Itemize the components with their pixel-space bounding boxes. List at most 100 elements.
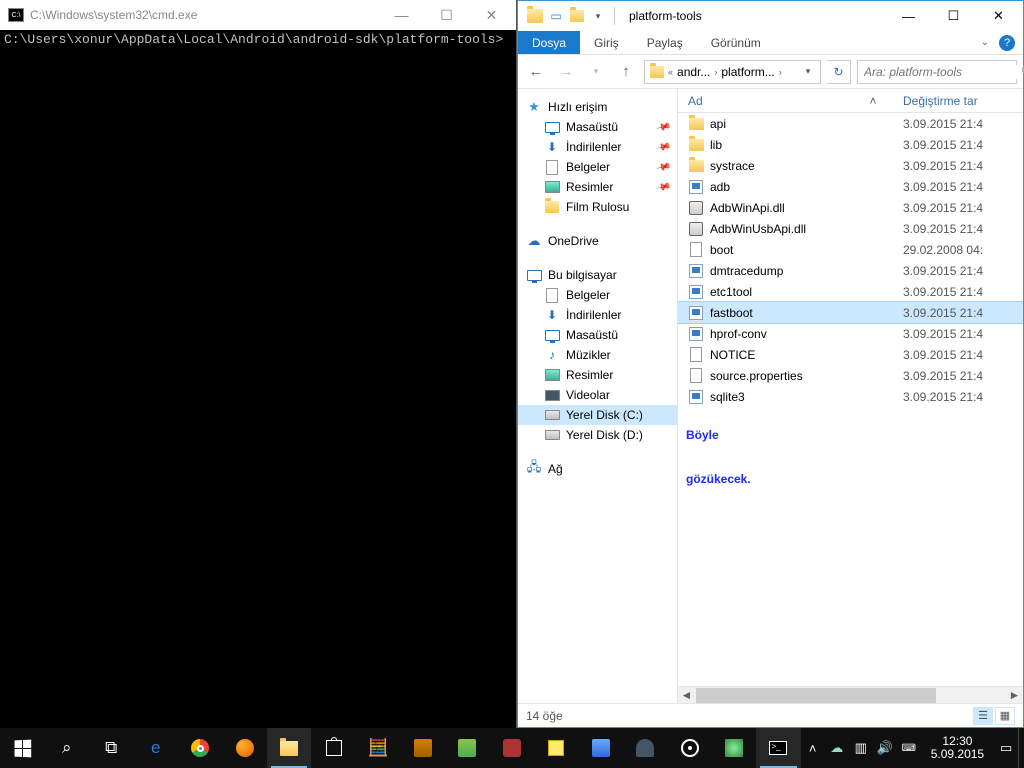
- nav-item[interactable]: ♪Müzikler: [518, 345, 677, 365]
- scroll-left-icon[interactable]: ◄: [678, 688, 695, 702]
- file-row[interactable]: source.properties3.09.2015 21:4: [678, 365, 1023, 386]
- edge-icon[interactable]: e: [133, 728, 177, 768]
- taskview-button[interactable]: ⧉: [89, 728, 133, 768]
- chevron-right-icon[interactable]: ›: [779, 67, 782, 77]
- nav-item[interactable]: Belgeler: [518, 285, 677, 305]
- newfolder-icon[interactable]: [568, 7, 586, 25]
- app-icon[interactable]: [623, 728, 667, 768]
- file-row[interactable]: api3.09.2015 21:4: [678, 113, 1023, 134]
- nav-item[interactable]: Belgeler📌: [518, 157, 677, 177]
- chevron-right-icon[interactable]: ›: [714, 67, 717, 77]
- horizontal-scrollbar[interactable]: ◄ ►: [678, 686, 1023, 703]
- nav-item[interactable]: ⬇İndirilenler📌: [518, 137, 677, 157]
- maximize-button[interactable]: ☐: [931, 2, 976, 31]
- column-date[interactable]: Değiştirme tar: [903, 94, 1013, 108]
- app-icon[interactable]: [489, 728, 533, 768]
- notes-icon[interactable]: [534, 728, 578, 768]
- breadcrumb-segment[interactable]: andr...: [675, 65, 712, 79]
- close-button[interactable]: ✕: [976, 2, 1021, 31]
- nav-item[interactable]: Videolar: [518, 385, 677, 405]
- chevron-right-icon[interactable]: «: [668, 67, 673, 77]
- nav-item[interactable]: Resimler: [518, 365, 677, 385]
- start-button[interactable]: [0, 728, 44, 768]
- nav-item[interactable]: Masaüstü📌: [518, 117, 677, 137]
- up-button[interactable]: ↑: [614, 60, 638, 84]
- details-view-button[interactable]: ☰: [973, 707, 993, 725]
- language-tray-icon[interactable]: ⌨: [897, 728, 921, 768]
- file-row[interactable]: etc1tool3.09.2015 21:4: [678, 281, 1023, 302]
- media-icon[interactable]: [667, 728, 711, 768]
- onedrive-tray-icon[interactable]: ☁: [825, 728, 849, 768]
- clock[interactable]: 12:30 5.09.2015: [921, 735, 994, 761]
- close-button[interactable]: ✕: [469, 0, 514, 30]
- minimize-button[interactable]: —: [379, 0, 424, 30]
- nav-item[interactable]: Yerel Disk (C:): [518, 405, 677, 425]
- app-icon[interactable]: [712, 728, 756, 768]
- cmd-taskbar-icon[interactable]: >_: [756, 728, 800, 768]
- file-row[interactable]: lib3.09.2015 21:4: [678, 134, 1023, 155]
- file-row[interactable]: fastboot3.09.2015 21:4: [678, 302, 1023, 323]
- file-row[interactable]: AdbWinApi.dll3.09.2015 21:4: [678, 197, 1023, 218]
- file-row[interactable]: boot29.02.2008 04:: [678, 239, 1023, 260]
- volume-tray-icon[interactable]: 🔊: [873, 728, 897, 768]
- chrome-icon[interactable]: [178, 728, 222, 768]
- nav-item[interactable]: Resimler📌: [518, 177, 677, 197]
- properties-icon[interactable]: ▭: [547, 7, 565, 25]
- file-row[interactable]: sqlite33.09.2015 21:4: [678, 386, 1023, 407]
- search-input[interactable]: [864, 65, 1021, 79]
- taskbar[interactable]: ⌕ ⧉ e 🧮 >_ ˄ ☁ ▥ 🔊 ⌨ 12:30 5.09.2015 ▭: [0, 728, 1024, 768]
- nav-item[interactable]: Film Rulosu: [518, 197, 677, 217]
- back-button[interactable]: ←: [524, 60, 548, 84]
- recent-dropdown-icon[interactable]: ▾: [584, 60, 608, 84]
- maximize-button[interactable]: ☐: [424, 0, 469, 30]
- quick-access-header[interactable]: ★ Hızlı erişim: [518, 97, 677, 117]
- tab-view[interactable]: Görünüm: [697, 31, 775, 54]
- column-name[interactable]: Ad: [688, 94, 843, 108]
- cmd-titlebar[interactable]: C:\ C:\Windows\system32\cmd.exe — ☐ ✕: [0, 0, 516, 30]
- thispc-header[interactable]: Bu bilgisayar: [518, 265, 677, 285]
- refresh-button[interactable]: ↻: [827, 60, 851, 84]
- app-icon[interactable]: [578, 728, 622, 768]
- file-row[interactable]: AdbWinUsbApi.dll3.09.2015 21:4: [678, 218, 1023, 239]
- notifications-icon[interactable]: ▭: [994, 728, 1018, 768]
- tray-overflow-icon[interactable]: ˄: [801, 728, 825, 768]
- file-row[interactable]: NOTICE3.09.2015 21:4: [678, 344, 1023, 365]
- network-header[interactable]: 🖧 Ağ: [518, 459, 677, 479]
- breadcrumb-segment[interactable]: platform...: [719, 65, 776, 79]
- calculator-icon[interactable]: 🧮: [356, 728, 400, 768]
- scroll-thumb[interactable]: [696, 688, 936, 703]
- tab-file[interactable]: Dosya: [518, 31, 580, 54]
- file-row[interactable]: hprof-conv3.09.2015 21:4: [678, 323, 1023, 344]
- nav-item[interactable]: ⬇İndirilenler: [518, 305, 677, 325]
- forward-button[interactable]: →: [554, 60, 578, 84]
- search-button[interactable]: ⌕: [44, 728, 88, 768]
- file-row[interactable]: adb3.09.2015 21:4: [678, 176, 1023, 197]
- network-tray-icon[interactable]: ▥: [849, 728, 873, 768]
- nav-item[interactable]: Yerel Disk (D:): [518, 425, 677, 445]
- firefox-icon[interactable]: [222, 728, 266, 768]
- scroll-right-icon[interactable]: ►: [1006, 688, 1023, 702]
- file-list[interactable]: api3.09.2015 21:4lib3.09.2015 21:4systra…: [678, 113, 1023, 686]
- navigation-pane[interactable]: ★ Hızlı erişim Masaüstü📌⬇İndirilenler📌Be…: [518, 89, 678, 703]
- icons-view-button[interactable]: ▦: [995, 707, 1015, 725]
- address-bar[interactable]: « andr... › platform... › ▾: [644, 60, 821, 84]
- address-dropdown-icon[interactable]: ▾: [799, 66, 817, 77]
- tab-share[interactable]: Paylaş: [633, 31, 697, 54]
- file-row[interactable]: dmtracedump3.09.2015 21:4: [678, 260, 1023, 281]
- ribbon-expand-icon[interactable]: ⌄: [981, 37, 989, 48]
- onedrive-header[interactable]: ☁ OneDrive: [518, 231, 677, 251]
- column-headers[interactable]: Ad ˄ Değiştirme tar: [678, 89, 1023, 113]
- file-row[interactable]: systrace3.09.2015 21:4: [678, 155, 1023, 176]
- explorer-titlebar[interactable]: ▭ ▾ platform-tools — ☐ ✕: [518, 1, 1023, 31]
- show-desktop-button[interactable]: [1018, 728, 1024, 768]
- app-icon[interactable]: [445, 728, 489, 768]
- app-icon[interactable]: [400, 728, 444, 768]
- store-icon[interactable]: [311, 728, 355, 768]
- explorer-taskbar-icon[interactable]: [267, 728, 311, 768]
- tab-home[interactable]: Giriş: [580, 31, 633, 54]
- minimize-button[interactable]: —: [886, 2, 931, 31]
- search-box[interactable]: 🔍: [857, 60, 1017, 84]
- qat-dropdown-icon[interactable]: ▾: [589, 7, 607, 25]
- nav-item[interactable]: Masaüstü: [518, 325, 677, 345]
- help-icon[interactable]: ?: [999, 35, 1015, 51]
